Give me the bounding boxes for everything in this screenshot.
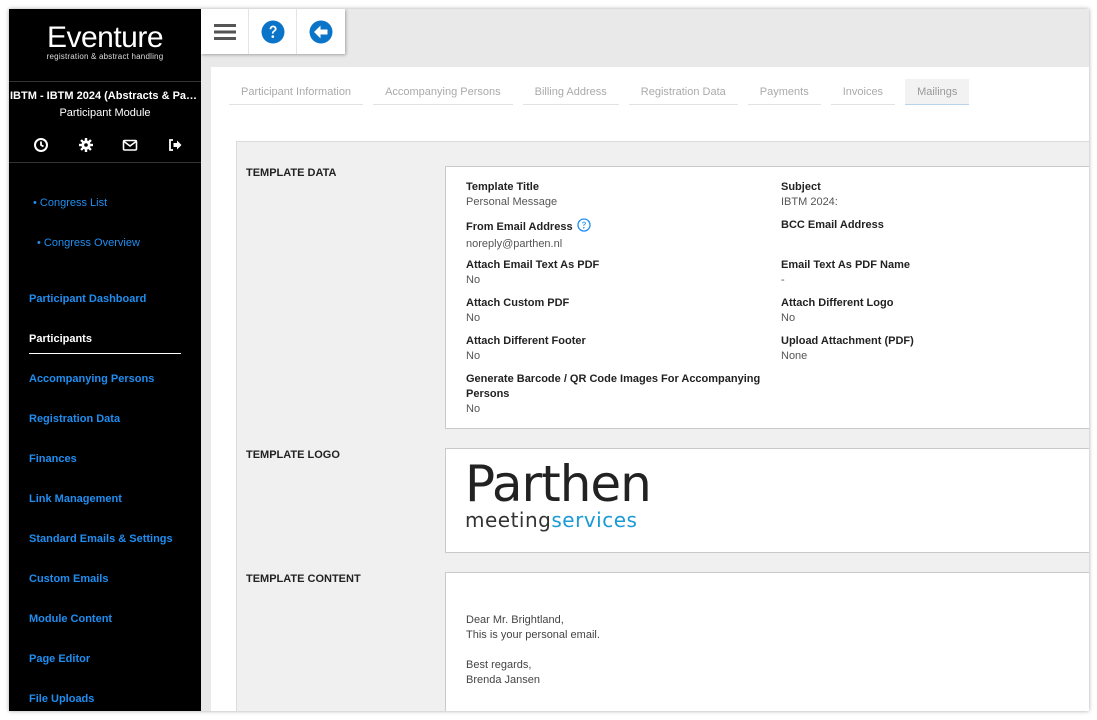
nav-page-editor[interactable]: Page Editor [29, 653, 90, 665]
tab-mailings[interactable]: Mailings [905, 79, 970, 105]
field-upload-attachment: Upload Attachment (PDF) None [781, 334, 914, 364]
nav-participants[interactable]: Participants [29, 333, 92, 345]
field-subject: Subject IBTM 2024: [781, 180, 838, 210]
field-value: No [466, 350, 481, 362]
template-content-box: Dear Mr. Brightland, This is your person… [445, 572, 1089, 711]
help-icon [261, 20, 284, 43]
field-label: From Email Address [466, 221, 573, 233]
sidebar-icon-bar [33, 137, 183, 153]
nav-link-management[interactable]: Link Management [29, 493, 122, 505]
brand-logo[interactable]: Eventure registration & abstract handlin… [9, 21, 201, 62]
nav-accompanying-persons[interactable]: Accompanying Persons [29, 373, 154, 385]
nav-file-uploads[interactable]: File Uploads [29, 693, 94, 705]
sidebar: Eventure registration & abstract handlin… [9, 9, 201, 711]
template-data-box: Template Title Personal Message Subject … [445, 166, 1089, 429]
field-from-email: From Email Address noreply@parthen.nl [466, 218, 591, 252]
field-value: None [781, 350, 808, 362]
tab-billing-address[interactable]: Billing Address [522, 79, 619, 105]
brand-subtitle: registration & abstract handling [46, 52, 164, 61]
tab-payments[interactable]: Payments [747, 79, 821, 105]
help-button[interactable] [249, 9, 297, 54]
nav-registration-data[interactable]: Registration Data [29, 413, 120, 425]
field-value: IBTM 2024: [781, 196, 838, 208]
field-value: noreply@parthen.nl [466, 238, 563, 250]
tab-invoices[interactable]: Invoices [830, 79, 896, 105]
menu-button[interactable] [201, 9, 249, 54]
field-attach-logo: Attach Different Logo No [781, 296, 893, 326]
email-line: Best regards, [466, 659, 532, 671]
field-label: Email Text As PDF Name [781, 259, 910, 271]
main-panel: Participant Information Accompanying Per… [211, 67, 1089, 711]
back-arrow-icon [309, 20, 333, 43]
field-value: No [781, 312, 796, 324]
divider [9, 162, 201, 163]
nav-custom-emails[interactable]: Custom Emails [29, 573, 108, 585]
field-label: Attach Custom PDF [466, 297, 570, 309]
top-toolbar [201, 9, 345, 54]
template-content-label: TEMPLATE CONTENT [246, 573, 361, 585]
field-template-title: Template Title Personal Message [466, 180, 557, 210]
tab-accompanying-persons[interactable]: Accompanying Persons [373, 79, 513, 105]
email-line: Brenda Jansen [466, 674, 540, 686]
nav-standard-emails[interactable]: Standard Emails & Settings [29, 533, 173, 545]
email-blank-line [466, 643, 600, 658]
gear-icon[interactable] [78, 137, 94, 153]
field-value: No [466, 403, 481, 415]
brand-title: Eventure [46, 21, 164, 54]
field-value: - [781, 274, 785, 286]
nav-module-content[interactable]: Module Content [29, 613, 112, 625]
tab-participant-information[interactable]: Participant Information [229, 79, 364, 105]
field-label: Template Title [466, 181, 539, 193]
field-label: Attach Different Logo [781, 297, 894, 309]
parthen-logo-text: Parthen [465, 455, 652, 513]
tab-registration-data[interactable]: Registration Data [628, 79, 738, 105]
email-line: Dear Mr. Brightland, [466, 614, 564, 626]
field-value: No [466, 274, 481, 286]
nav-participant-dashboard[interactable]: Participant Dashboard [29, 293, 146, 305]
logo-tagline-meeting: meeting [465, 508, 552, 532]
parthen-logo: Parthen meetingservices [465, 455, 652, 531]
menu-icon [213, 23, 236, 40]
module-name: Participant Module [59, 107, 151, 119]
field-label: Attach Email Text As PDF [466, 259, 600, 271]
nav-congress-overview[interactable]: • Congress Overview [37, 237, 140, 249]
template-logo-label: TEMPLATE LOGO [246, 449, 340, 461]
question-circle-icon[interactable] [576, 218, 591, 237]
nav-finances[interactable]: Finances [29, 453, 77, 465]
field-bcc-email: BCC Email Address [781, 218, 884, 233]
clock-icon[interactable] [33, 137, 49, 153]
tab-bar: Participant Information Accompanying Per… [229, 79, 979, 105]
envelope-icon[interactable] [122, 137, 138, 153]
field-label-row: From Email Address [466, 218, 591, 237]
field-label: BCC Email Address [781, 219, 884, 231]
field-pdf-name: Email Text As PDF Name - [781, 258, 910, 288]
template-data-label: TEMPLATE DATA [246, 167, 337, 179]
mailing-detail: TEMPLATE DATA Template Title Personal Me… [236, 141, 1089, 711]
field-generate-barcode: Generate Barcode / QR Code Images For Ac… [466, 372, 776, 417]
field-label: Generate Barcode / QR Code Images For Ac… [466, 373, 761, 400]
email-body: Dear Mr. Brightland, This is your person… [466, 613, 600, 688]
field-attach-pdf: Attach Email Text As PDF No [466, 258, 599, 288]
field-label: Attach Different Footer [466, 335, 586, 347]
field-label: Subject [781, 181, 821, 193]
email-line: This is your personal email. [466, 629, 600, 641]
field-attach-footer: Attach Different Footer No [466, 334, 586, 364]
active-indicator [29, 353, 181, 354]
divider [9, 81, 201, 82]
field-label: Upload Attachment (PDF) [781, 335, 914, 347]
congress-name: IBTM - IBTM 2024 (Abstracts & Participan… [10, 90, 201, 102]
back-button[interactable] [297, 9, 345, 54]
field-value: Personal Message [466, 196, 558, 208]
field-attach-custom-pdf: Attach Custom PDF No [466, 296, 569, 326]
app-frame: Eventure registration & abstract handlin… [9, 9, 1089, 711]
logo-tagline-services: services [551, 508, 638, 532]
template-logo-box: Parthen meetingservices [445, 448, 1089, 553]
parthen-logo-tagline: meetingservices [465, 509, 651, 531]
nav-congress-list[interactable]: • Congress List [33, 197, 107, 209]
field-value: No [466, 312, 481, 324]
logout-icon[interactable] [167, 137, 183, 153]
